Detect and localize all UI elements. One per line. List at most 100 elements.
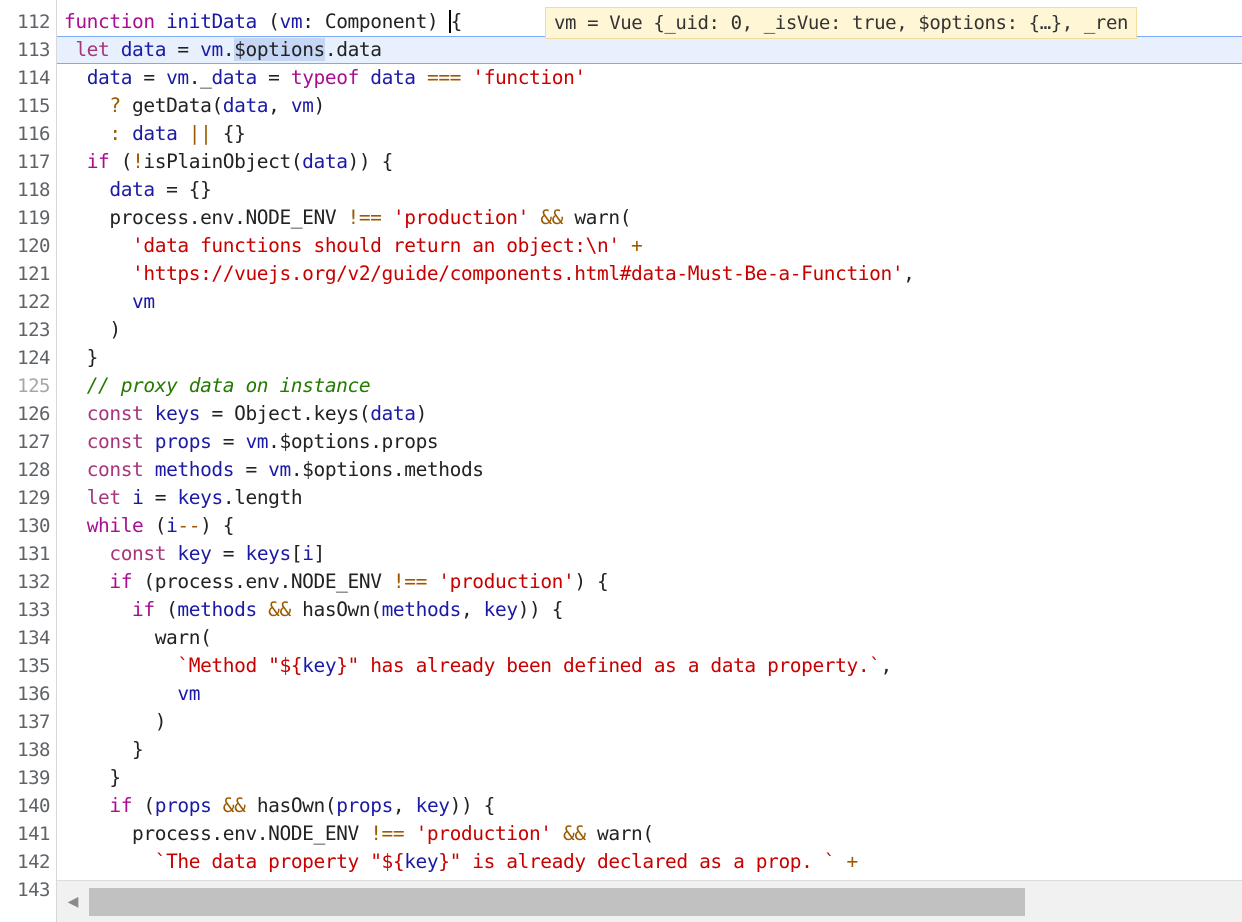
code-editor[interactable]: 112 function initData (vm: Component) {11… bbox=[0, 0, 1242, 922]
line-number[interactable]: 135 bbox=[0, 652, 50, 680]
line-number[interactable]: 134 bbox=[0, 624, 50, 652]
code-text[interactable]: warn( bbox=[64, 624, 212, 652]
code-text[interactable]: // proxy data on instance bbox=[64, 372, 371, 400]
code-text[interactable]: : data || {} bbox=[64, 120, 246, 148]
line-number[interactable]: 123 bbox=[0, 316, 50, 344]
code-token: }" has already been defined as a data pr… bbox=[336, 654, 881, 677]
code-text[interactable]: `Method "${key}" has already been define… bbox=[64, 652, 892, 680]
code-line[interactable]: 136 vm bbox=[0, 680, 1242, 708]
code-text[interactable]: } bbox=[64, 344, 99, 372]
line-number[interactable]: 113 bbox=[0, 36, 50, 64]
code-line[interactable]: 115 ? getData(data, vm) bbox=[0, 92, 1242, 120]
code-line[interactable]: 130 while (i--) { bbox=[0, 512, 1242, 540]
line-number[interactable]: 130 bbox=[0, 512, 50, 540]
line-number[interactable]: 127 bbox=[0, 428, 50, 456]
line-number[interactable]: 120 bbox=[0, 232, 50, 260]
code-text[interactable]: 'https://vuejs.org/v2/guide/components.h… bbox=[64, 260, 915, 288]
code-text[interactable]: const key = keys[i] bbox=[64, 540, 325, 568]
code-text[interactable]: const methods = vm.$options.methods bbox=[64, 456, 484, 484]
code-line[interactable]: 138 } bbox=[0, 736, 1242, 764]
code-text[interactable]: if (methods && hasOwn(methods, key)) { bbox=[64, 596, 563, 624]
code-text[interactable]: let data = vm.$options.data bbox=[64, 36, 382, 64]
code-line[interactable]: 118 data = {} bbox=[0, 176, 1242, 204]
code-line[interactable]: 139 } bbox=[0, 764, 1242, 792]
code-line[interactable]: 142 `The data property "${key}" is alrea… bbox=[0, 848, 1242, 876]
line-number[interactable]: 140 bbox=[0, 792, 50, 820]
code-line[interactable]: 131 const key = keys[i] bbox=[0, 540, 1242, 568]
code-line[interactable]: 126 const keys = Object.keys(data) bbox=[0, 400, 1242, 428]
line-number[interactable]: 132 bbox=[0, 568, 50, 596]
line-number[interactable]: 114 bbox=[0, 64, 50, 92]
code-line[interactable]: 125 // proxy data on instance bbox=[0, 372, 1242, 400]
line-number[interactable]: 143 bbox=[0, 876, 50, 904]
line-number[interactable]: 118 bbox=[0, 176, 50, 204]
code-text[interactable]: let i = keys.length bbox=[64, 484, 303, 512]
line-number[interactable]: 129 bbox=[0, 484, 50, 512]
line-number[interactable]: 133 bbox=[0, 596, 50, 624]
code-line[interactable]: 124 } bbox=[0, 344, 1242, 372]
code-line[interactable]: 114 data = vm._data = typeof data === 'f… bbox=[0, 64, 1242, 92]
code-text[interactable]: const props = vm.$options.props bbox=[64, 428, 439, 456]
code-line[interactable]: 116 : data || {} bbox=[0, 120, 1242, 148]
code-text[interactable]: } bbox=[64, 736, 144, 764]
code-line[interactable]: 119 process.env.NODE_ENV !== 'production… bbox=[0, 204, 1242, 232]
code-line[interactable]: 121 'https://vuejs.org/v2/guide/componen… bbox=[0, 260, 1242, 288]
code-text[interactable]: process.env.NODE_ENV !== 'production' &&… bbox=[64, 204, 631, 232]
inline-value-preview[interactable]: vm = Vue {_uid: 0, _isVue: true, $option… bbox=[545, 7, 1138, 39]
code-line[interactable]: 132 if (process.env.NODE_ENV !== 'produc… bbox=[0, 568, 1242, 596]
line-number[interactable]: 138 bbox=[0, 736, 50, 764]
code-line[interactable]: 113 let data = vm.$options.data bbox=[0, 36, 1242, 64]
code-line[interactable]: 134 warn( bbox=[0, 624, 1242, 652]
line-number[interactable]: 122 bbox=[0, 288, 50, 316]
code-text[interactable]: if (!isPlainObject(data)) { bbox=[64, 148, 394, 176]
code-text[interactable]: ) bbox=[64, 316, 121, 344]
code-text[interactable]: 'data functions should return an object:… bbox=[64, 232, 643, 260]
line-number[interactable]: 119 bbox=[0, 204, 50, 232]
line-number[interactable]: 115 bbox=[0, 92, 50, 120]
line-number[interactable]: 139 bbox=[0, 764, 50, 792]
code-line[interactable]: 123 ) bbox=[0, 316, 1242, 344]
scroll-left-arrow-icon[interactable]: ◀ bbox=[57, 881, 89, 922]
code-line[interactable]: 127 const props = vm.$options.props bbox=[0, 428, 1242, 456]
code-text[interactable]: process.env.NODE_ENV !== 'production' &&… bbox=[64, 820, 654, 848]
code-line[interactable]: 140 if (props && hasOwn(props, key)) { bbox=[0, 792, 1242, 820]
line-number[interactable]: 131 bbox=[0, 540, 50, 568]
code-text[interactable]: data = vm._data = typeof data === 'funct… bbox=[64, 64, 586, 92]
line-number[interactable]: 136 bbox=[0, 680, 50, 708]
code-text[interactable]: while (i--) { bbox=[64, 512, 235, 540]
line-number[interactable]: 126 bbox=[0, 400, 50, 428]
code-line[interactable]: 122 vm bbox=[0, 288, 1242, 316]
line-number[interactable]: 124 bbox=[0, 344, 50, 372]
code-line[interactable]: 135 `Method "${key}" has already been de… bbox=[0, 652, 1242, 680]
line-number[interactable]: 116 bbox=[0, 120, 50, 148]
line-number[interactable]: 141 bbox=[0, 820, 50, 848]
code-text[interactable]: `The data property "${key}" is already d… bbox=[64, 848, 859, 876]
code-token: keys bbox=[177, 486, 223, 509]
line-number[interactable]: 128 bbox=[0, 456, 50, 484]
code-line[interactable]: 129 let i = keys.length bbox=[0, 484, 1242, 512]
code-line[interactable]: 133 if (methods && hasOwn(methods, key))… bbox=[0, 596, 1242, 624]
code-text[interactable]: ) bbox=[64, 708, 167, 736]
line-number[interactable]: 112 bbox=[0, 8, 50, 36]
line-number[interactable]: 142 bbox=[0, 848, 50, 876]
line-number[interactable]: 117 bbox=[0, 148, 50, 176]
code-text[interactable]: if (props && hasOwn(props, key)) { bbox=[64, 792, 495, 820]
code-line[interactable]: 117 if (!isPlainObject(data)) { bbox=[0, 148, 1242, 176]
code-line[interactable]: 137 ) bbox=[0, 708, 1242, 736]
code-line[interactable]: 128 const methods = vm.$options.methods bbox=[0, 456, 1242, 484]
line-number[interactable]: 121 bbox=[0, 260, 50, 288]
code-text[interactable]: vm bbox=[64, 288, 155, 316]
horizontal-scrollbar[interactable]: ◀ bbox=[57, 880, 1242, 922]
code-line[interactable]: 141 process.env.NODE_ENV !== 'production… bbox=[0, 820, 1242, 848]
code-text[interactable]: vm bbox=[64, 680, 200, 708]
code-text[interactable]: const keys = Object.keys(data) bbox=[64, 400, 428, 428]
code-text[interactable]: } bbox=[64, 764, 121, 792]
line-number[interactable]: 125 bbox=[0, 372, 50, 400]
scrollbar-thumb[interactable] bbox=[89, 888, 1025, 916]
line-number[interactable]: 137 bbox=[0, 708, 50, 736]
code-line[interactable]: 120 'data functions should return an obj… bbox=[0, 232, 1242, 260]
code-text[interactable]: function initData (vm: Component) { bbox=[64, 8, 462, 36]
code-text[interactable]: ? getData(data, vm) bbox=[64, 92, 325, 120]
code-text[interactable]: data = {} bbox=[64, 176, 211, 204]
code-text[interactable]: if (process.env.NODE_ENV !== 'production… bbox=[64, 568, 608, 596]
